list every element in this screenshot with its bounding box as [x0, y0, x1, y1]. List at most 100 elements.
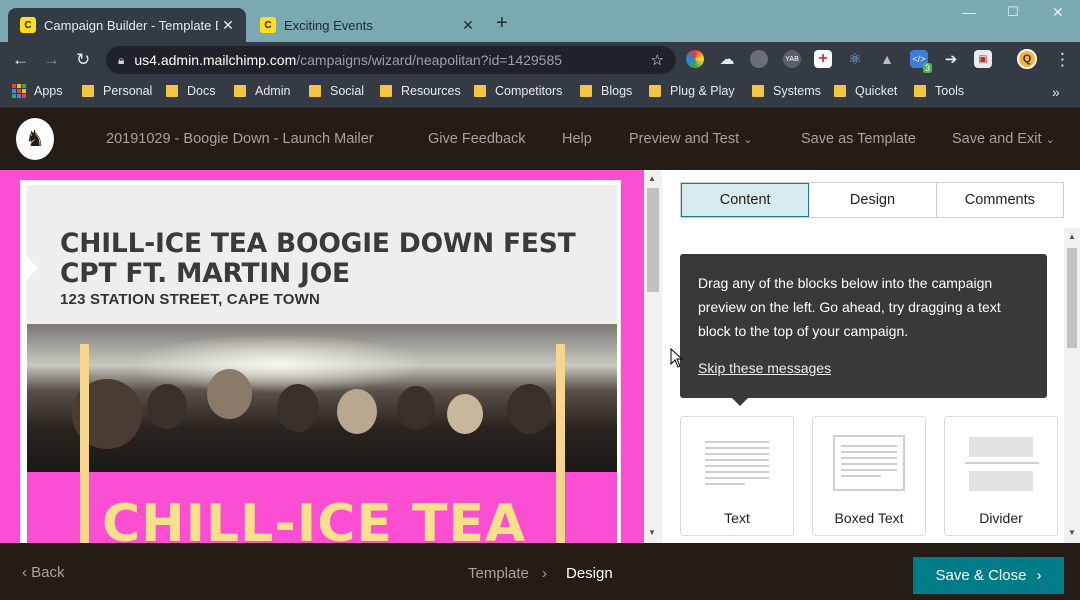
mailchimp-logo-icon[interactable]: ♞: [16, 118, 54, 160]
minimize-icon[interactable]: —: [962, 4, 976, 20]
bookmark-folder-admin[interactable]: Admin: [234, 84, 290, 98]
text-block-line: [705, 483, 745, 485]
tab-content[interactable]: Content: [681, 183, 810, 217]
bookmark-label: Systems: [773, 84, 821, 98]
text-block-line: [705, 447, 769, 449]
preview-and-test-menu[interactable]: Preview and Test ⌄: [629, 131, 752, 147]
cloud-extension-icon[interactable]: ☁: [718, 50, 736, 68]
text-block-line: [705, 441, 769, 443]
folder-icon: [309, 85, 321, 97]
scroll-down-icon[interactable]: ▼: [648, 528, 656, 537]
bookmark-folder-resources[interactable]: Resources: [380, 84, 461, 98]
text-block-line: [705, 471, 769, 473]
bookmark-folder-tools[interactable]: Tools: [914, 84, 964, 98]
scrollbar-thumb[interactable]: [647, 188, 659, 292]
code-extension-icon[interactable]: </> 3: [910, 50, 932, 73]
campaign-preview: CHILL-ICE TEA BOOGIE DOWN FEST CPT FT. M…: [0, 170, 644, 543]
folder-icon: [834, 85, 846, 97]
profile-avatar[interactable]: Q: [1017, 49, 1037, 69]
bookmark-folder-blogs[interactable]: Blogs: [580, 84, 632, 98]
block-label: Boxed Text: [834, 510, 904, 526]
bookmark-label: Plug & Play: [670, 84, 735, 98]
close-window-icon[interactable]: ✕: [1052, 4, 1064, 21]
block-label: Text: [724, 510, 750, 526]
scroll-up-icon[interactable]: ▲: [1068, 232, 1076, 241]
scroll-up-icon[interactable]: ▲: [648, 174, 656, 183]
color-extension-icon[interactable]: [686, 50, 704, 68]
text-block-line: [705, 459, 769, 461]
text-block-line: [705, 477, 769, 479]
reload-icon[interactable]: ↻: [76, 50, 90, 70]
panel-scrollbar[interactable]: ▲ ▼: [1064, 228, 1080, 543]
bookmark-folder-competitors[interactable]: Competitors: [474, 84, 562, 98]
save-and-exit-menu[interactable]: Save and Exit ⌄: [952, 131, 1055, 147]
bookmark-star-icon[interactable]: ☆: [651, 51, 664, 69]
yab-extension-icon[interactable]: YAB: [783, 50, 801, 68]
boxed-text-block[interactable]: Boxed Text: [812, 416, 926, 536]
back-arrow-icon[interactable]: ←: [12, 50, 29, 70]
grey-extension-icon[interactable]: [750, 50, 768, 68]
skip-messages-link[interactable]: Skip these messages: [698, 356, 831, 380]
text-block-line: [705, 465, 769, 467]
help-link[interactable]: Help: [562, 131, 592, 147]
close-tab-icon[interactable]: ✕: [458, 17, 478, 34]
scrollbar-thumb[interactable]: [1067, 248, 1077, 348]
breadcrumb-template[interactable]: Template: [468, 565, 529, 582]
chevron-down-icon: ⌄: [1045, 134, 1055, 146]
text-block[interactable]: Text: [680, 416, 794, 536]
banner-pole: [556, 472, 565, 543]
tab-comments[interactable]: Comments: [937, 183, 1063, 217]
bookmark-folder-personal[interactable]: Personal: [82, 84, 152, 98]
back-button[interactable]: ‹ Back: [22, 564, 65, 581]
save-as-template-link[interactable]: Save as Template: [801, 131, 916, 147]
save-exit-label: Save and Exit: [952, 131, 1042, 147]
bookmark-folder-quicket[interactable]: Quicket: [834, 84, 897, 98]
email-header-block[interactable]: CHILL-ICE TEA BOOGIE DOWN FEST CPT FT. M…: [27, 185, 617, 324]
screenshot-extension-icon[interactable]: ▣: [974, 50, 992, 68]
photo-pole: [80, 344, 89, 472]
drive-extension-icon[interactable]: ▲: [878, 50, 896, 68]
tab-title: Campaign Builder - Template Desi: [44, 17, 218, 33]
preview-label: Preview and Test: [629, 131, 740, 147]
plus-extension-icon[interactable]: +: [814, 50, 832, 68]
preview-scrollbar[interactable]: ▲ ▼: [644, 170, 662, 543]
give-feedback-link[interactable]: Give Feedback: [428, 131, 526, 147]
tab-title: Exciting Events: [284, 17, 373, 33]
more-bookmarks-icon[interactable]: »: [1052, 84, 1060, 100]
arrow-extension-icon[interactable]: ➔: [942, 50, 960, 68]
forward-arrow-icon[interactable]: →: [43, 50, 60, 70]
text-block-line: [841, 469, 897, 471]
event-photo[interactable]: [27, 324, 617, 472]
chrome-menu-icon[interactable]: ⋮: [1054, 50, 1071, 70]
save-and-close-button[interactable]: Save & Close ›: [913, 557, 1064, 594]
email-body: CHILL-ICE TEA BOOGIE DOWN FEST CPT FT. M…: [20, 180, 621, 543]
block-pointer-icon: [27, 257, 38, 279]
event-banner[interactable]: CHILL-ICE TEA: [27, 472, 617, 543]
bookmark-folder-systems[interactable]: Systems: [752, 84, 821, 98]
bookmark-label: Docs: [187, 84, 216, 98]
tab-design[interactable]: Design: [809, 183, 937, 217]
react-extension-icon[interactable]: ⚛: [846, 50, 864, 68]
bookmark-folder-social[interactable]: Social: [309, 84, 364, 98]
bookmark-label: Social: [330, 84, 365, 98]
mouse-cursor-icon: [670, 348, 684, 368]
bookmark-label: Quicket: [855, 84, 898, 98]
close-tab-icon[interactable]: ✕: [218, 17, 238, 34]
bookmark-folder-docs[interactable]: Docs: [166, 84, 215, 98]
bookmark-label: Blogs: [601, 84, 633, 98]
text-block-line: [841, 445, 897, 447]
url-bar[interactable]: 🔒︎ us4.admin.mailchimp.com /campaigns/wi…: [106, 46, 676, 74]
bookmark-folder-plug-and-play[interactable]: Plug & Play: [649, 84, 735, 98]
scroll-down-icon[interactable]: ▼: [1068, 528, 1076, 537]
folder-icon: [166, 85, 178, 97]
divider-block[interactable]: Divider: [944, 416, 1058, 536]
browser-tab-campaign-builder[interactable]: C Campaign Builder - Template Desi ✕: [8, 8, 246, 42]
campaign-name[interactable]: 20191029 - Boogie Down - Launch Mailer: [106, 131, 374, 147]
banner-text: CHILL-ICE TEA: [102, 494, 527, 543]
maximize-icon[interactable]: ☐: [1007, 4, 1019, 20]
browser-tab-exciting-events[interactable]: C Exciting Events ✕: [248, 8, 486, 42]
photo-person: [277, 384, 319, 432]
bookmark-apps[interactable]: Apps: [12, 84, 63, 98]
new-tab-icon[interactable]: +: [496, 12, 508, 35]
back-label: Back: [31, 564, 65, 581]
